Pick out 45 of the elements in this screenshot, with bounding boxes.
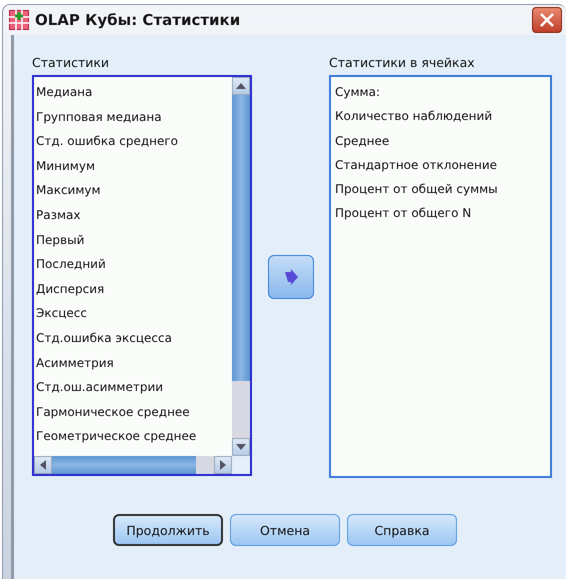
scroll-right-button[interactable] xyxy=(214,456,232,474)
cell-statistics-label: Статистики в ячейках xyxy=(329,55,476,72)
scroll-down-button[interactable] xyxy=(232,438,250,456)
dialog-button[interactable]: Справка xyxy=(347,514,457,546)
statistics-label: Статистики xyxy=(32,55,110,72)
window-title: OLAP Кубы: Статистики xyxy=(35,11,242,29)
cell-statistics-list[interactable]: Сумма: Количество наблюдений Среднее Стандартное отклонение Процент от общей суммы Процент от общего N xyxy=(329,75,552,478)
list-item[interactable]: Групповая медиана xyxy=(36,104,232,130)
table-icon xyxy=(9,10,29,30)
scrollbar-thumb[interactable] xyxy=(52,456,196,474)
list-item[interactable]: Минимум xyxy=(36,154,232,178)
list-item[interactable]: Стд. ошибка среднего xyxy=(36,129,232,154)
list-item[interactable]: Эксцесс xyxy=(36,301,232,326)
list-item[interactable]: Дисперсия xyxy=(36,276,232,302)
list-item[interactable]: Сумма: xyxy=(335,80,550,104)
close-button[interactable] xyxy=(532,7,562,33)
list-item[interactable]: Медиана xyxy=(36,80,232,105)
list-item[interactable]: Среднее xyxy=(335,128,550,153)
list-item[interactable]: Процент от общей суммы xyxy=(335,177,550,202)
right-arrow-icon xyxy=(282,268,298,284)
scroll-left-button[interactable] xyxy=(34,456,52,474)
right-arrow-icon xyxy=(220,460,226,470)
list-item[interactable]: Размах xyxy=(36,202,232,228)
list-item[interactable]: Количество наблюдений xyxy=(335,104,550,129)
statistics-list[interactable]: Медиана Групповая медиана Стд. ошибка среднего Минимум Максимум Размах Первый Последний Дисперсия Эксцесс Стд.ошибка эксцесса Асимметрия Стд.ош.асимметрии Гармоническое среднее Геометрическое среднее xyxy=(32,75,252,476)
left-arrow-icon xyxy=(40,460,46,470)
down-arrow-icon xyxy=(236,444,246,450)
list-item[interactable]: Последний xyxy=(36,252,232,277)
list-item[interactable]: Стд.ош.асимметрии xyxy=(36,375,232,400)
list-item[interactable]: Стандартное отклонение xyxy=(335,152,550,178)
list-item[interactable]: Первый xyxy=(36,228,232,252)
dialog-button[interactable]: Продолжить xyxy=(113,514,223,546)
list-item[interactable]: Асимметрия xyxy=(36,350,232,376)
up-arrow-icon xyxy=(236,83,246,89)
list-item[interactable]: Максимум xyxy=(36,178,232,203)
scroll-up-button[interactable] xyxy=(232,77,250,95)
close-icon xyxy=(539,12,555,28)
list-item[interactable]: Гармоническое среднее xyxy=(36,400,232,424)
list-item[interactable]: Процент от общего N xyxy=(335,201,550,226)
dialog-button[interactable]: Отмена xyxy=(230,514,340,546)
list-item[interactable]: Стд.ошибка эксцесса xyxy=(36,326,232,351)
list-item[interactable]: Геометрическое среднее xyxy=(36,424,232,449)
scrollbar-corner xyxy=(232,456,250,474)
move-button[interactable] xyxy=(268,254,314,298)
scrollbar-thumb[interactable] xyxy=(232,95,250,381)
